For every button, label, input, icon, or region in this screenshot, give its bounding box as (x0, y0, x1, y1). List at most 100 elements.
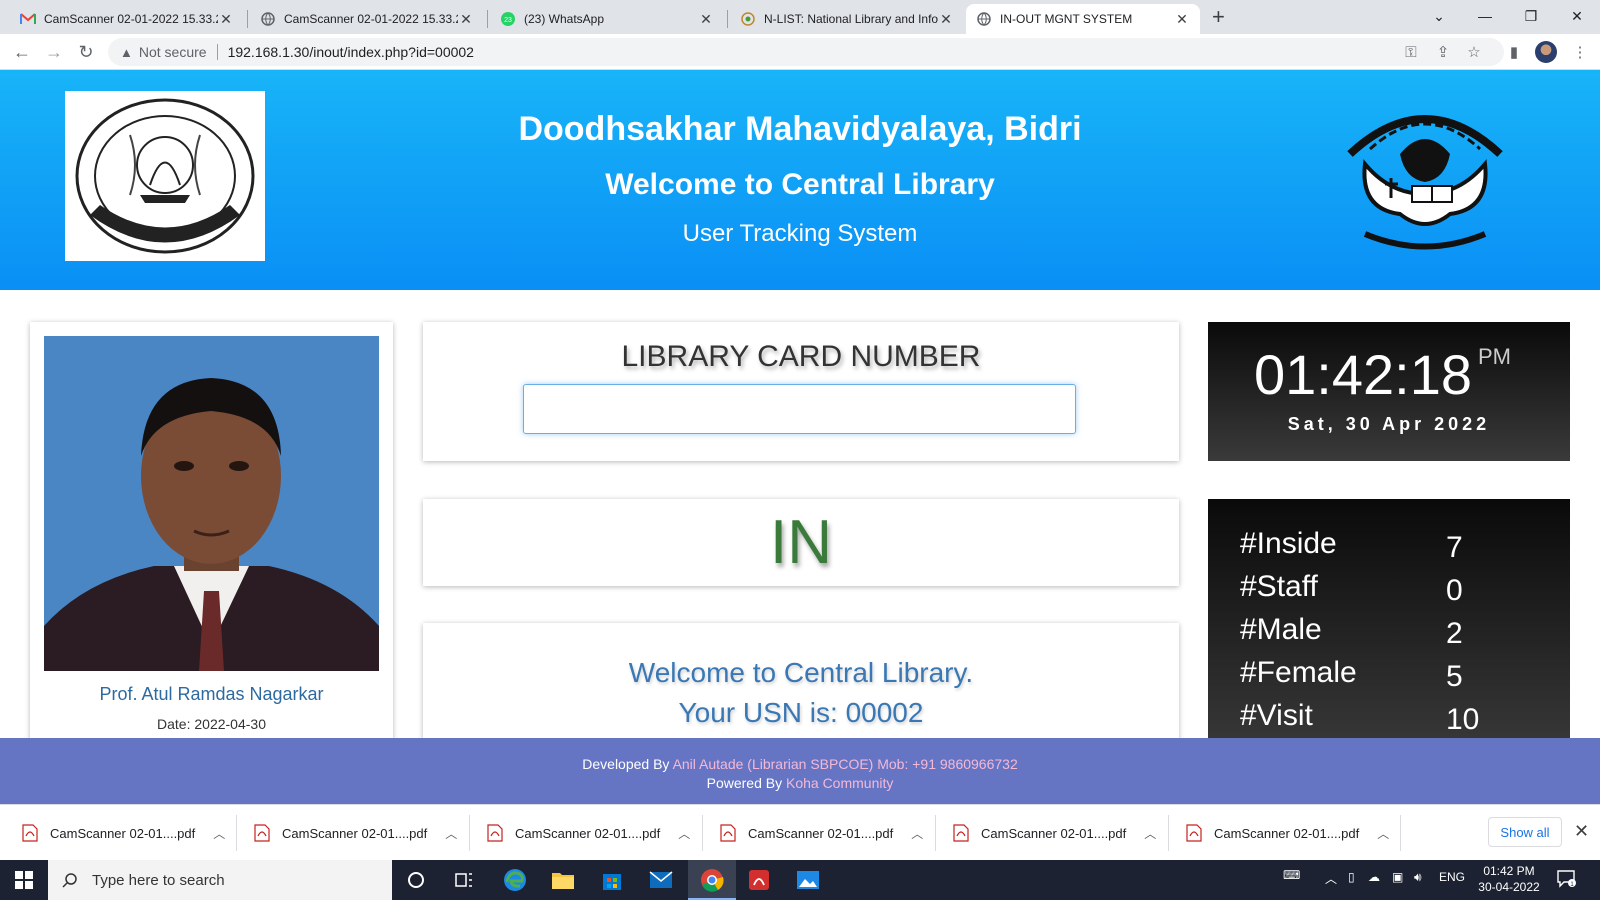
chevron-up-icon[interactable]: ︿ (678, 825, 690, 842)
store-icon[interactable] (598, 866, 626, 894)
close-tab-icon[interactable]: ✕ (458, 11, 474, 28)
close-tab-icon[interactable]: ✕ (698, 11, 714, 28)
close-tab-icon[interactable]: ✕ (218, 11, 234, 28)
volume-icon[interactable]: 🔊︎ (1414, 870, 1422, 885)
warning-icon[interactable]: ▲ (120, 45, 133, 60)
download-shelf: CamScanner 02-01....pdf ︿ CamScanner 02-… (0, 804, 1600, 860)
chevron-up-icon[interactable]: ︿ (445, 825, 457, 842)
url-text[interactable]: 192.168.1.30/inout/index.php?id=00002 (228, 44, 474, 60)
cortana-icon[interactable] (402, 866, 430, 894)
powered-by-credit: Powered By Koha Community (0, 775, 1600, 791)
taskbar-clock[interactable]: 01:42 PM 30-04-2022 (1474, 863, 1544, 895)
download-item[interactable]: CamScanner 02-01....pdf ︿ (254, 819, 457, 847)
share-icon[interactable]: ⇪ (1431, 40, 1455, 64)
chevron-up-icon[interactable]: ︿ (1377, 825, 1389, 842)
close-tab-icon[interactable]: ✕ (1174, 11, 1190, 28)
stat-value: 2 (1446, 617, 1463, 650)
koha-link[interactable]: Koha Community (786, 775, 893, 791)
forward-icon[interactable]: → (42, 40, 66, 64)
browser-tab-3[interactable]: 23 (23) WhatsApp ✕ (490, 4, 724, 34)
language-indicator[interactable]: ENG (1439, 870, 1465, 884)
user-photo (44, 336, 379, 671)
pdf-file-icon (254, 824, 270, 842)
download-separator (935, 815, 936, 851)
keyboard-tray-icon[interactable]: ⌨ (1283, 868, 1300, 882)
browser-tab-1[interactable]: CamScanner 02-01-2022 15.33.2 ✕ (10, 4, 244, 34)
pdf-file-icon (1186, 824, 1202, 842)
reload-icon[interactable]: ↻ (74, 40, 98, 64)
notification-center-icon[interactable]: 1 (1556, 868, 1576, 891)
stat-male: #Male 2 (1240, 613, 1560, 653)
restore-icon[interactable]: ❐ (1517, 4, 1545, 28)
download-filename: CamScanner 02-01....pdf (515, 825, 661, 841)
library-card-input[interactable] (523, 384, 1076, 434)
chrome-icon[interactable] (698, 866, 726, 894)
chevron-up-icon[interactable]: ︿ (213, 825, 225, 842)
in-out-status: IN (770, 508, 832, 577)
browser-tab-4[interactable]: N-LIST: National Library and Info ✕ (730, 4, 964, 34)
nlist-icon (740, 11, 756, 27)
download-filename: CamScanner 02-01....pdf (748, 825, 894, 841)
minimize-icon[interactable]: — (1471, 4, 1499, 28)
stat-label: #Male (1240, 613, 1322, 646)
close-tab-icon[interactable]: ✕ (938, 11, 954, 28)
stat-value: 5 (1446, 660, 1463, 693)
page-footer: Developed By Anil Autade (Librarian SBPC… (0, 738, 1600, 804)
show-all-downloads-button[interactable]: Show all (1488, 817, 1562, 847)
onedrive-icon[interactable]: ☁ (1368, 870, 1380, 884)
star-icon[interactable]: ☆ (1462, 40, 1486, 64)
tab-separator (247, 10, 248, 28)
windows-taskbar: Type here to search ⌨ ︿ ▯ ☁ ▣ 🔊︎ ENG 01:… (0, 860, 1600, 900)
side-panel-icon[interactable]: ▮ (1502, 40, 1526, 64)
chevron-up-icon[interactable]: ︿ (1144, 825, 1156, 842)
key-icon[interactable]: ⚿ (1399, 40, 1423, 64)
visit-date: Date: 2022-04-30 (157, 716, 266, 732)
security-label[interactable]: Not secure (139, 44, 207, 60)
omnibox-divider (216, 44, 218, 60)
gmail-icon (20, 11, 36, 27)
download-item[interactable]: CamScanner 02-01....pdf ︿ (1186, 819, 1389, 847)
svg-text:23: 23 (504, 17, 512, 24)
download-separator (1400, 815, 1401, 851)
university-logo (1330, 94, 1520, 254)
browser-tab-2[interactable]: CamScanner 02-01-2022 15.33.2 ✕ (250, 4, 484, 34)
back-icon[interactable]: ← (10, 40, 34, 64)
network-icon[interactable]: ▣ (1392, 870, 1403, 884)
download-item[interactable]: CamScanner 02-01....pdf ︿ (720, 819, 923, 847)
status-panel: IN (423, 499, 1179, 586)
close-shelf-icon[interactable]: ✕ (1574, 821, 1589, 842)
tab-search-chevron-icon[interactable]: ⌄ (1425, 4, 1453, 28)
usn-message: Your USN is: 00002 (678, 697, 924, 728)
download-item[interactable]: CamScanner 02-01....pdf ︿ (953, 819, 1156, 847)
menu-icon[interactable]: ⋮ (1568, 40, 1592, 64)
close-window-icon[interactable]: ✕ (1563, 4, 1591, 28)
file-explorer-icon[interactable] (549, 866, 577, 894)
download-separator (702, 815, 703, 851)
download-separator (469, 815, 470, 851)
windows-start-icon[interactable] (0, 860, 48, 900)
task-view-icon[interactable] (450, 866, 478, 894)
user-name: Prof. Atul Ramdas Nagarkar (99, 684, 324, 704)
edge-icon[interactable] (501, 866, 529, 894)
photos-icon[interactable] (794, 866, 822, 894)
page-header: Doodhsakhar Mahavidyalaya, Bidri Welcome… (0, 70, 1600, 290)
download-item[interactable]: CamScanner 02-01....pdf ︿ (22, 819, 225, 847)
download-filename: CamScanner 02-01....pdf (981, 825, 1127, 841)
battery-icon[interactable]: ▯ (1348, 870, 1355, 884)
visitor-stats-panel: #Inside 7 #Staff 0 #Male 2 #Female 5 #Vi… (1208, 499, 1570, 759)
taskbar-search-placeholder: Type here to search (92, 871, 225, 889)
chevron-up-icon[interactable]: ︿ (911, 825, 923, 842)
mail-icon[interactable] (647, 866, 675, 894)
address-bar[interactable]: ▲ Not secure 192.168.1.30/inout/index.ph… (108, 38, 1504, 66)
acrobat-icon[interactable] (745, 866, 773, 894)
developer-link[interactable]: Anil Autade (Librarian SBPCOE) Mob: +91 … (673, 756, 1018, 772)
stat-label: #Visit (1240, 699, 1313, 732)
browser-tab-5-active[interactable]: IN-OUT MGNT SYSTEM ✕ (966, 4, 1200, 34)
new-tab-icon[interactable]: + (1212, 6, 1225, 28)
stat-inside: #Inside 7 (1240, 527, 1560, 567)
browser-toolbar: ← → ↻ ▲ Not secure 192.168.1.30/inout/in… (0, 34, 1600, 70)
taskbar-search-box[interactable]: Type here to search (48, 860, 392, 900)
show-hidden-icons-chevron[interactable]: ︿ (1325, 870, 1337, 887)
download-item[interactable]: CamScanner 02-01....pdf ︿ (487, 819, 690, 847)
profile-avatar[interactable] (1535, 41, 1557, 63)
